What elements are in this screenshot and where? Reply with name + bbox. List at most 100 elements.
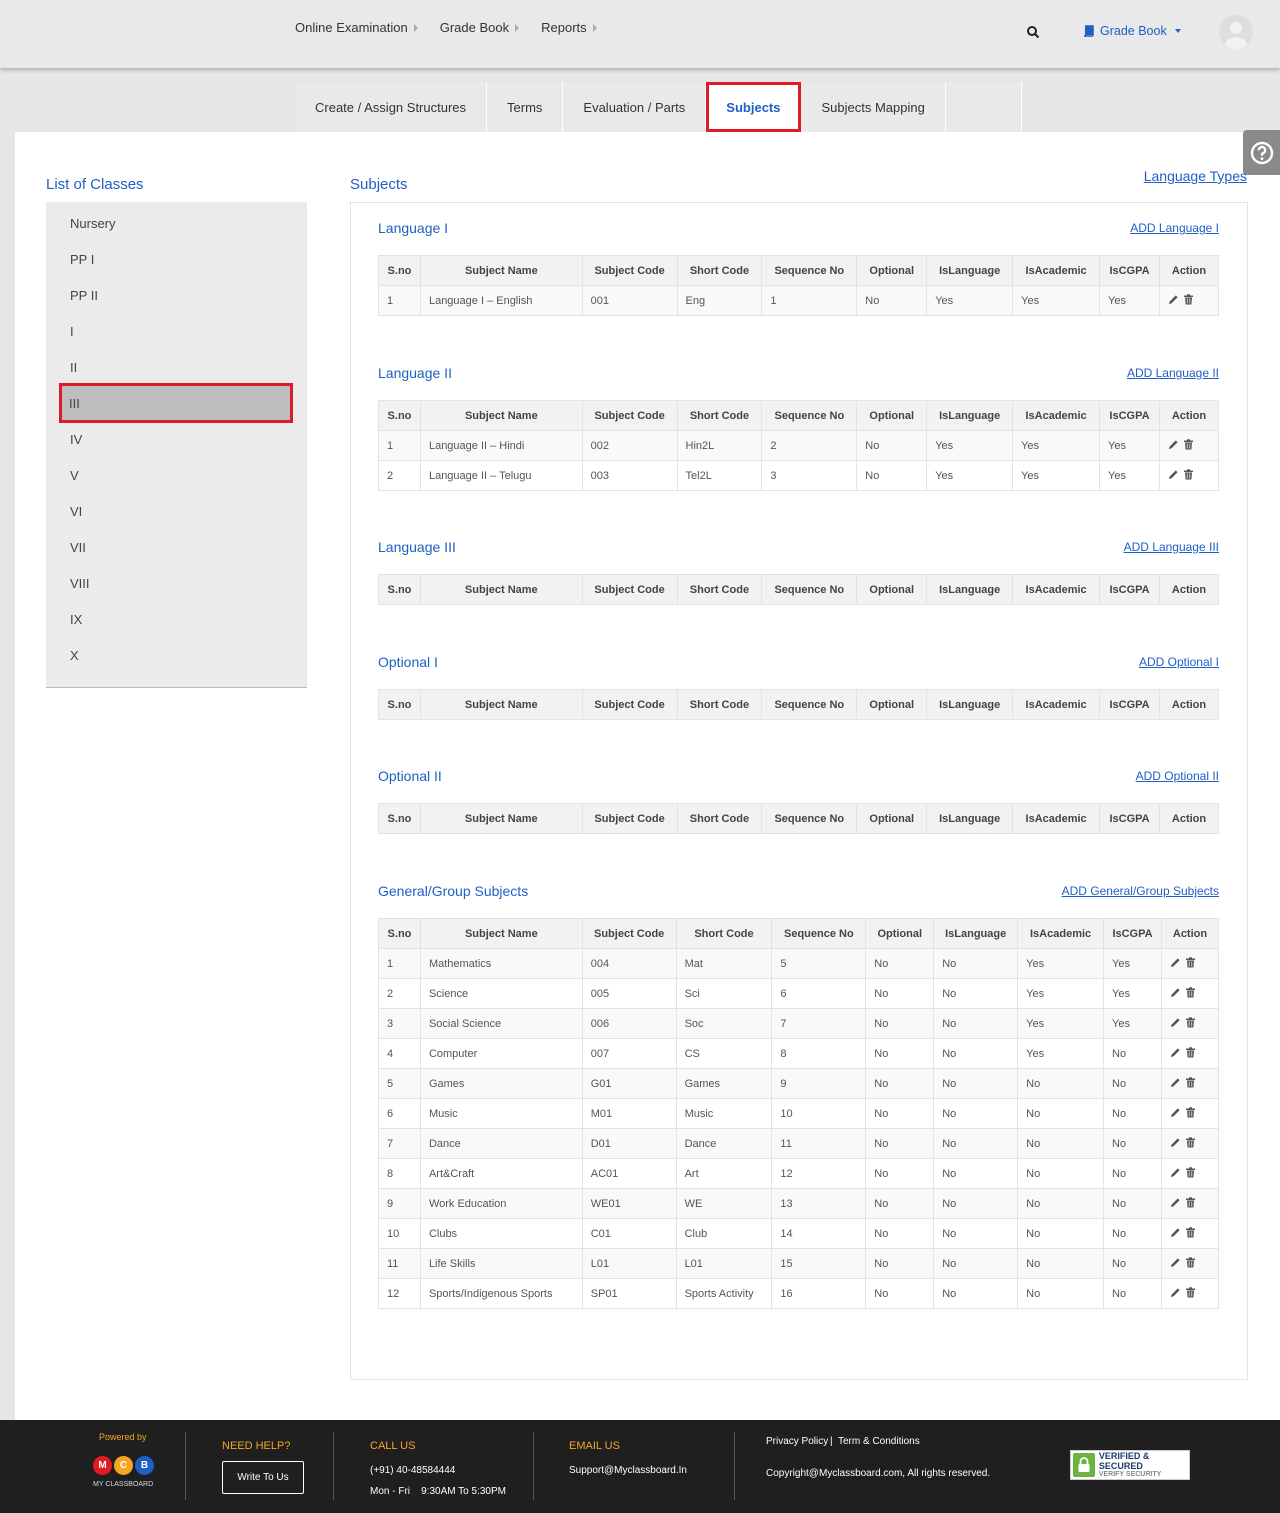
class-item-iv[interactable]: IV [60,421,292,457]
table-cell: 11 [378,1248,421,1279]
edit-pencil-icon[interactable] [1170,1227,1181,1238]
delete-trash-icon[interactable] [1183,438,1194,450]
support-email[interactable]: Support@Myclassboard.In [569,1465,687,1476]
edit-pencil-icon[interactable] [1170,1167,1181,1178]
edit-pencil-icon[interactable] [1170,1077,1181,1088]
table-cell: No [1017,1188,1105,1219]
class-item-nursery[interactable]: Nursery [60,205,292,241]
column-header: Action [1159,574,1219,605]
class-item-pp-ii[interactable]: PP II [60,277,292,313]
edit-pencil-icon[interactable] [1170,987,1181,998]
column-header: Subject Code [581,803,678,834]
write-to-us-button[interactable]: Write To Us [222,1461,304,1494]
section-add-link[interactable]: ADD Language I [1130,221,1219,235]
edit-pencil-icon[interactable] [1170,1107,1181,1118]
edit-pencil-icon[interactable] [1170,1137,1181,1148]
edit-pencil-icon[interactable] [1170,1197,1181,1208]
edit-pencil-icon[interactable] [1170,1047,1181,1058]
table-cell: Language II – Telugu [419,460,583,491]
badge-line-verify: VERIFY SECURITY [1098,1471,1162,1478]
section-add-link[interactable]: ADD Optional I [1139,655,1219,669]
list-of-classes-title: List of Classes [46,176,144,193]
table-cell: 10 [378,1218,421,1249]
help-button[interactable] [1243,130,1280,175]
delete-trash-icon[interactable] [1185,1256,1196,1268]
delete-trash-icon[interactable] [1183,293,1194,305]
delete-trash-icon[interactable] [1185,1106,1196,1118]
section-title: Language III [378,539,456,555]
search-icon[interactable] [1026,25,1040,39]
edit-pencil-icon[interactable] [1170,1287,1181,1298]
nav-grade-book[interactable]: Grade Book [440,20,520,35]
column-header: Subject Code [581,689,678,720]
avatar[interactable] [1219,15,1253,49]
class-item-vi[interactable]: VI [60,493,292,529]
delete-trash-icon[interactable] [1185,1226,1196,1238]
column-header: Sequence No [761,255,858,286]
tab-terms[interactable]: Terms [487,82,564,132]
delete-trash-icon[interactable] [1183,468,1194,480]
table-cell: 006 [581,1008,677,1039]
delete-trash-icon[interactable] [1185,1016,1196,1028]
tab-evaluation-parts[interactable]: Evaluation / Parts [563,82,707,132]
column-header: Short Code [676,803,763,834]
class-item-x[interactable]: X [60,637,292,673]
delete-trash-icon[interactable] [1185,1286,1196,1298]
table-cell: No [1103,1278,1162,1309]
class-item-vii[interactable]: VII [60,529,292,565]
class-item-iii[interactable]: III [59,383,293,423]
nav-online-examination[interactable]: Online Examination [295,20,418,35]
column-header: IsAcademic [1017,918,1105,949]
edit-pencil-icon[interactable] [1168,439,1179,450]
table-cell: 002 [581,430,678,461]
nav-reports[interactable]: Reports [541,20,597,35]
delete-trash-icon[interactable] [1185,1076,1196,1088]
tab-subjects-mapping[interactable]: Subjects Mapping [801,82,946,132]
gradebook-dropdown[interactable]: Grade Book [1083,24,1181,38]
table-cell: No [933,1278,1019,1309]
tab-create-assign-structures[interactable]: Create / Assign Structures [295,82,488,132]
class-item-v[interactable]: V [60,457,292,493]
footer-divider [333,1432,334,1500]
lock-icon [1073,1453,1095,1477]
terms-link[interactable]: Term & Conditions [838,1436,920,1447]
section-title: Optional I [378,654,438,670]
logo-letter-b: B [135,1456,154,1475]
section-add-link[interactable]: ADD Language II [1127,366,1219,380]
delete-trash-icon[interactable] [1185,956,1196,968]
language-types-link[interactable]: Language Types [1144,168,1247,184]
class-item-viii[interactable]: VIII [60,565,292,601]
tab-subjects[interactable]: Subjects [706,82,802,132]
table-cell: Yes [1012,430,1101,461]
table-cell: 4 [378,1038,421,1069]
class-item-pp-i[interactable]: PP I [60,241,292,277]
class-item-ix[interactable]: IX [60,601,292,637]
class-item-ii[interactable]: II [60,349,292,385]
delete-trash-icon[interactable] [1185,1136,1196,1148]
section-add-link[interactable]: ADD Optional II [1136,769,1219,783]
edit-pencil-icon[interactable] [1168,469,1179,480]
table-cell: No [933,948,1019,979]
column-header: IsLanguage [926,255,1014,286]
table-cell: 2 [378,460,421,491]
class-item-i[interactable]: I [60,313,292,349]
security-badge[interactable]: VERIFIED & SECURED VERIFY SECURITY [1070,1450,1190,1480]
action-cell [1160,1218,1220,1249]
delete-trash-icon[interactable] [1185,986,1196,998]
edit-pencil-icon[interactable] [1170,957,1181,968]
privacy-policy-link[interactable]: Privacy Policy [766,1436,828,1447]
edit-pencil-icon[interactable] [1170,1257,1181,1268]
table-cell: Yes [1017,1038,1105,1069]
edit-pencil-icon[interactable] [1170,1017,1181,1028]
delete-trash-icon[interactable] [1185,1196,1196,1208]
column-header: IsLanguage [933,918,1019,949]
table-row: 2 Language II – Telugu 003 Tel2L 3 No Yes Yes Ye… [378,460,1220,491]
edit-pencil-icon[interactable] [1168,294,1179,305]
delete-trash-icon[interactable] [1185,1166,1196,1178]
table-cell: 14 [771,1218,867,1249]
table-cell: M01 [581,1098,677,1129]
copyright-text: Copyright@Myclassboard.com, All rights r… [766,1468,991,1479]
section-add-link[interactable]: ADD Language III [1124,540,1219,554]
section-add-link[interactable]: ADD General/Group Subjects [1062,884,1219,898]
delete-trash-icon[interactable] [1185,1046,1196,1058]
